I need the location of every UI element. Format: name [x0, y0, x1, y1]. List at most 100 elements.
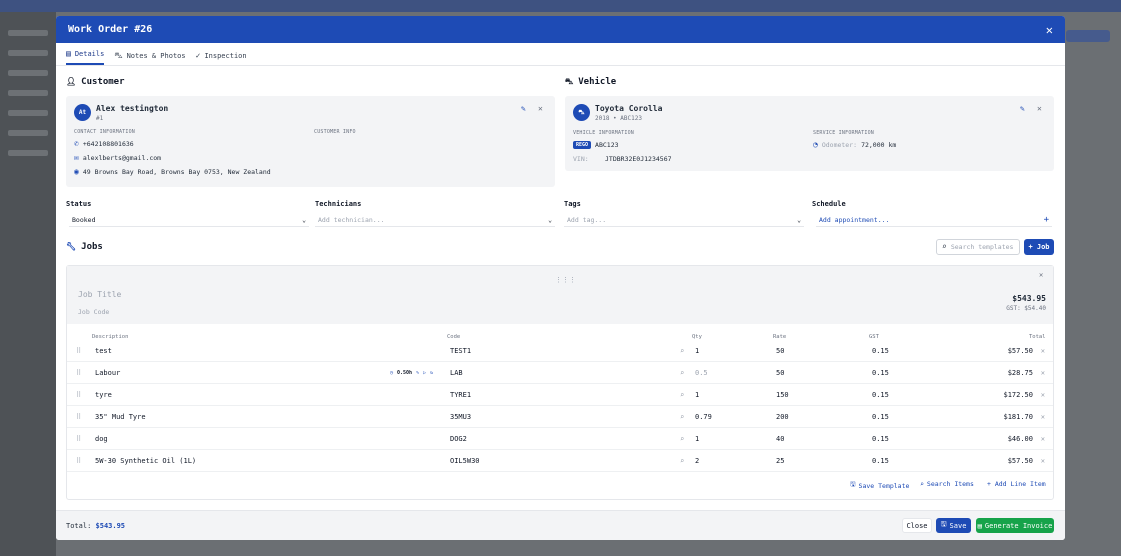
status-label: Status	[66, 200, 92, 208]
drag-handle-icon[interactable]: ⠿	[76, 406, 81, 428]
line-qty[interactable]: 1	[695, 340, 699, 362]
search-icon[interactable]: ⌕	[680, 340, 684, 362]
line-description[interactable]: test	[95, 340, 112, 362]
line-gst[interactable]: 0.15	[872, 362, 889, 384]
line-description[interactable]: 35" Mud Tyre	[95, 406, 146, 428]
plus-icon[interactable]: +	[1044, 215, 1049, 225]
add-job-button[interactable]: + Job	[1024, 239, 1054, 255]
remove-line-icon[interactable]: ✕	[1041, 384, 1045, 406]
save-label: Save	[949, 521, 967, 530]
line-qty[interactable]: 0.79	[695, 406, 712, 428]
remove-line-icon[interactable]: ✕	[1041, 406, 1045, 428]
line-description[interactable]: Labour	[95, 362, 120, 384]
wrench-icon: 🔧︎	[66, 242, 77, 251]
job-code-input[interactable]: Job Code	[78, 308, 109, 316]
schedule-field[interactable]: Add appointment... +	[816, 213, 1052, 227]
customer-email-row: ✉ alexlberts@gmail.com	[74, 154, 161, 163]
line-rate[interactable]: 50	[776, 340, 784, 362]
search-icon: ⌕	[942, 242, 947, 251]
line-code[interactable]: DOG2	[450, 428, 467, 450]
search-icon[interactable]: ⌕	[680, 384, 684, 406]
technician-select[interactable]: Add technician... ⌄	[315, 213, 555, 227]
section-title-text: Vehicle	[578, 77, 617, 87]
generate-invoice-button[interactable]: ▤ Generate Invoice	[976, 518, 1054, 533]
gauge-icon: ◔	[813, 140, 818, 149]
search-templates-input[interactable]: ⌕ Search templates	[936, 239, 1020, 255]
close-button[interactable]: Close	[902, 518, 932, 533]
remove-vehicle-icon[interactable]: ✕	[1037, 104, 1042, 113]
line-description[interactable]: 5W-30 Synthetic Oil (1L)	[95, 450, 196, 472]
line-rate[interactable]: 40	[776, 428, 784, 450]
edit-vehicle-icon[interactable]: ✎	[1020, 104, 1025, 113]
line-rate[interactable]: 200	[776, 406, 789, 428]
customer-name[interactable]: Alex testington	[96, 104, 168, 113]
odometer-value: 72,000 km	[861, 141, 897, 149]
drag-handle-icon[interactable]: ⠿	[76, 340, 81, 362]
line-gst[interactable]: 0.15	[872, 428, 889, 450]
line-total: $172.50	[1003, 391, 1033, 399]
search-icon[interactable]: ⌕	[680, 428, 684, 450]
remove-line-icon[interactable]: ✕	[1041, 450, 1045, 472]
status-select[interactable]: Booked ⌄	[69, 213, 309, 227]
line-qty[interactable]: 0.5	[695, 362, 708, 384]
drag-handle-icon[interactable]: ⠿	[76, 384, 81, 406]
vehicle-avatar-car-icon: ⛍	[573, 104, 590, 121]
line-qty[interactable]: 1	[695, 428, 699, 450]
tag-select[interactable]: Add tag... ⌄	[564, 213, 804, 227]
rego-badge: REGO	[573, 141, 592, 149]
line-qty[interactable]: 1	[695, 384, 699, 406]
add-line-item-link[interactable]: + Add Line Item	[987, 480, 1046, 488]
job-title-input[interactable]: Job Title	[78, 290, 121, 299]
line-code[interactable]: TYRE1	[450, 384, 471, 406]
edit-icon[interactable]: ✎	[416, 370, 419, 376]
chevron-down-icon: ⌄	[302, 215, 306, 224]
vehicle-name[interactable]: Toyota Corolla	[595, 104, 662, 113]
tab-bar: ▤ Details ⛍ Notes & Photos ✓ Inspection	[56, 43, 1065, 66]
line-description[interactable]: tyre	[95, 384, 112, 406]
tab-details[interactable]: ▤ Details	[66, 50, 105, 65]
tab-notes-photos[interactable]: ⛍ Notes & Photos	[114, 52, 185, 65]
line-description[interactable]: dog	[95, 428, 108, 450]
line-gst[interactable]: 0.15	[872, 450, 889, 472]
tab-inspection[interactable]: ✓ Inspection	[196, 52, 247, 65]
edit-customer-icon[interactable]: ✎	[521, 104, 526, 113]
remove-line-icon[interactable]: ✕	[1041, 362, 1045, 384]
remove-line-icon[interactable]: ✕	[1041, 428, 1045, 450]
location-pin-icon: ◉	[74, 167, 79, 176]
search-items-link[interactable]: ⌕ Search Items	[920, 480, 974, 488]
status-value: Booked	[72, 215, 96, 224]
line-gst[interactable]: 0.15	[872, 406, 889, 428]
search-icon[interactable]: ⌕	[680, 450, 684, 472]
save-button[interactable]: 🖫︎ Save	[936, 518, 971, 533]
line-qty[interactable]: 2	[695, 450, 699, 472]
line-code[interactable]: 35MU3	[450, 406, 471, 428]
drag-handle-icon[interactable]: ⠿	[76, 428, 81, 450]
close-icon[interactable]: ✕	[1046, 23, 1053, 37]
customer-email[interactable]: alexlberts@gmail.com	[83, 154, 161, 162]
play-icon[interactable]: ▷	[423, 370, 426, 376]
reset-icon[interactable]: ↻	[430, 370, 433, 376]
line-gst[interactable]: 0.15	[872, 384, 889, 406]
customer-phone[interactable]: +642108801636	[83, 140, 134, 148]
line-code[interactable]: LAB	[450, 362, 463, 384]
line-rate[interactable]: 50	[776, 362, 784, 384]
line-code[interactable]: TEST1	[450, 340, 471, 362]
search-icon[interactable]: ⌕	[680, 406, 684, 428]
line-rate[interactable]: 25	[776, 450, 784, 472]
save-template-link[interactable]: 🖫︎ Save Template	[850, 480, 909, 491]
contact-info-label: CONTACT INFORMATION	[74, 129, 135, 135]
add-appointment-link[interactable]: Add appointment...	[819, 216, 889, 224]
drag-handle-icon[interactable]: ⋮⋮⋮	[555, 276, 576, 284]
remove-job-icon[interactable]: ✕	[1039, 271, 1043, 279]
remove-line-icon[interactable]: ✕	[1041, 340, 1045, 362]
drag-handle-icon[interactable]: ⠿	[76, 450, 81, 472]
labour-timer: ◷ 0.50h ✎ ▷ ↻	[390, 362, 433, 384]
remove-customer-icon[interactable]: ✕	[538, 104, 543, 113]
line-code[interactable]: OIL5W30	[450, 450, 480, 472]
line-rate[interactable]: 150	[776, 384, 789, 406]
drag-handle-icon[interactable]: ⠿	[76, 362, 81, 384]
background-header	[0, 0, 1121, 12]
line-gst[interactable]: 0.15	[872, 340, 889, 362]
job-header: ⋮⋮⋮ ✕ Job Title Job Code $543.95 GST: $5…	[67, 266, 1053, 324]
search-icon[interactable]: ⌕	[680, 362, 684, 384]
